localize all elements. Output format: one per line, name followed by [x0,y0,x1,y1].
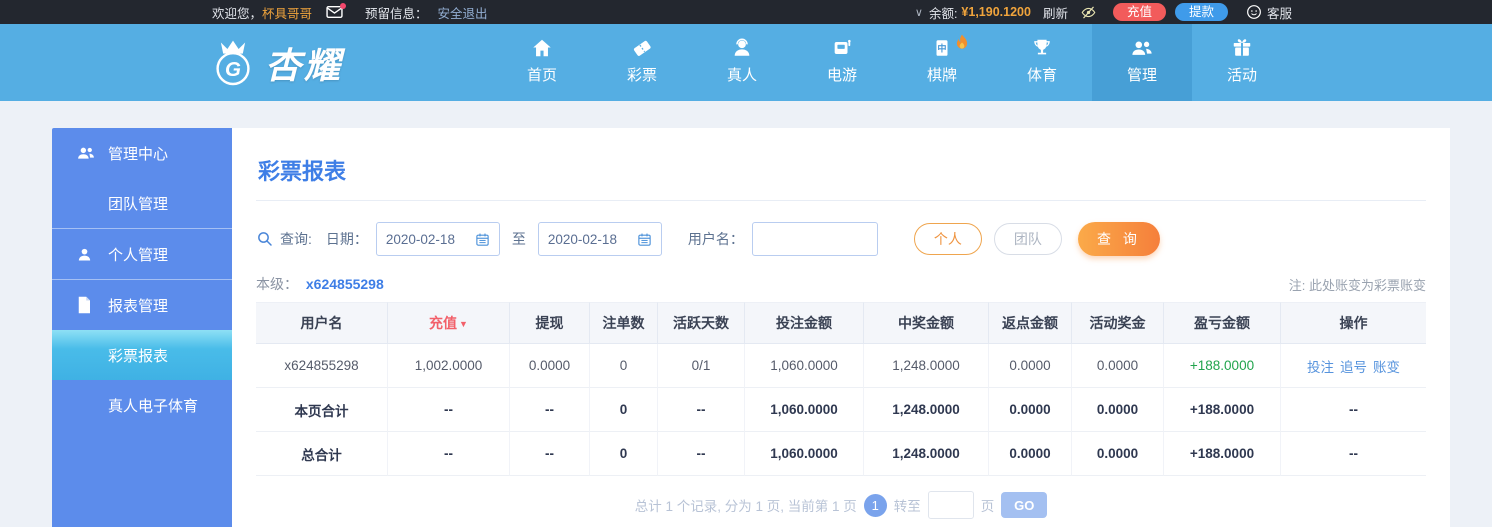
crown-badge-icon: G [216,40,250,85]
date-from-input[interactable]: 2020-02-18 [375,222,500,256]
table-row-user: x624855298 1,002.0000 0.0000 0 0/1 1,060… [256,344,1426,388]
dealer-icon [734,38,750,56]
table-row-page-total: 本页合计 -- -- 0 -- 1,060.0000 1,248.0000 0.… [256,388,1426,432]
page-unit-label: 页 [980,499,995,514]
sort-desc-icon: ▼ [459,319,468,329]
search-icon [256,230,274,248]
sidebar-item-report-management[interactable]: 报表管理 [52,280,232,330]
nav-item-sports[interactable]: 体育 [992,24,1092,101]
col-profit-loss: 盈亏金额 [1164,302,1281,344]
nav-item-lottery[interactable]: 彩票 [592,24,692,101]
col-withdraw: 提现 [510,302,590,344]
team-icon [76,144,96,162]
username-text: 杯具哥哥 [262,6,313,21]
go-button[interactable]: GO [1001,492,1048,518]
level-value[interactable]: x624855298 [306,276,384,292]
col-rebate-amount: 返点金额 [989,302,1072,344]
top-bar: 欢迎您， 杯具哥哥 预留信息： 安全退出 ∨ 余额: ¥1,190.1200 刷… [0,0,1492,24]
balance-value: ¥1,190.1200 [961,5,1031,19]
username-input[interactable] [751,222,878,256]
gift-icon [1233,39,1251,56]
service-label: 客服 [1266,6,1292,21]
table-header-row: 用户名 充值 ▼ 提现 注单数 活跃天数 投注金额 中奖金额 返点金额 活动奖金 … [256,302,1426,344]
customer-service-link[interactable]: 客服 [1246,3,1292,22]
balance-label: 余额: [928,6,958,21]
withdraw-button[interactable]: 提款 [1174,3,1228,21]
col-bet-count: 注单数 [590,302,658,344]
mail-badge-dot [340,3,347,9]
report-file-icon [76,296,96,314]
sidebar-item-team-management[interactable]: 团队管理 [52,178,232,228]
main-nav: G 杏耀 首页 彩票 真人 电游 中 棋牌 体育 管理 活动 [0,24,1492,101]
hot-flame-icon [954,34,970,56]
username-label: 用户名： [687,231,744,247]
brand-logo[interactable]: G 杏耀 [205,24,343,101]
date-to-input[interactable]: 2020-02-18 [537,222,662,256]
nav-item-admin[interactable]: 管理 [1092,24,1192,101]
chat-bubble-icon [1247,5,1261,19]
goto-label: 转至 [893,499,921,514]
svg-text:中: 中 [937,43,946,54]
trophy-icon [1034,39,1050,55]
nav-item-boardgames[interactable]: 中 棋牌 [892,24,992,101]
reserved-label: 预留信息： [365,6,428,21]
mahjong-tile-icon: 中 [936,40,948,56]
sidebar-item-live-electronic-sports[interactable]: 真人电子体育 [52,380,232,430]
sidebar-item-personal-management[interactable]: 个人管理 [52,229,232,279]
brand-name: 杏耀 [265,44,344,86]
logout-link[interactable]: 安全退出 [438,3,488,22]
content-panel: 彩票报表 查询: 日期： 2020-02-18 至 2020-02-18 用户名… [232,128,1450,527]
account-change-note: 注: 此处账变为彩票账变 [1288,278,1426,293]
welcome-text: 欢迎您， [212,6,263,21]
nav-item-home[interactable]: 首页 [492,24,592,101]
sidebar: 管理中心 团队管理 个人管理 报表管理 彩票报表 真人电子体育 [52,128,232,527]
page-title: 彩票报表 [256,128,1426,201]
level-label: 本级： [256,276,298,292]
team-toggle-button[interactable]: 团队 [993,223,1062,255]
home-icon [533,39,551,57]
recharge-button[interactable]: 充值 [1112,3,1166,21]
calendar-icon [638,233,651,246]
pagination: 总计 1 个记录, 分为 1 页, 当前第 1 页 1 转至 页 GO [256,491,1426,519]
level-row: 本级： x624855298 注: 此处账变为彩票账变 [256,274,1426,294]
account-change-link[interactable]: 账变 [1373,360,1400,375]
page-body: 管理中心 团队管理 个人管理 报表管理 彩票报表 真人电子体育 彩票报表 查询:… [0,101,1492,527]
sidebar-item-admin-center[interactable]: 管理中心 [52,128,232,178]
report-table: 用户名 充值 ▼ 提现 注单数 活跃天数 投注金额 中奖金额 返点金额 活动奖金 … [256,302,1426,476]
team-icon [1132,41,1152,55]
nav-item-live[interactable]: 真人 [692,24,792,101]
calendar-icon [476,233,489,246]
nav-item-promotions[interactable]: 活动 [1192,24,1292,101]
sidebar-item-lottery-report[interactable]: 彩票报表 [52,330,232,380]
slot-machine-icon [834,39,851,54]
col-active-days: 活跃天数 [658,302,745,344]
action-links: 投注 追号 账变 [1281,344,1426,388]
pagination-summary: 总计 1 个记录, 分为 1 页, 当前第 1 页 [634,499,857,514]
col-bet-amount: 投注金额 [745,302,864,344]
chevron-down-icon[interactable]: ∨ [915,6,923,19]
user-icon [76,246,96,263]
bet-link[interactable]: 投注 [1307,360,1334,375]
personal-toggle-button[interactable]: 个人 [913,223,982,255]
query-button[interactable]: 查 询 [1077,222,1160,256]
chase-link[interactable]: 追号 [1340,360,1367,375]
ticket-icon [633,40,651,56]
search-toolbar: 查询: 日期： 2020-02-18 至 2020-02-18 用户名： 个人 … [256,222,1426,256]
col-actions: 操作 [1281,302,1426,344]
nav-item-games[interactable]: 电游 [792,24,892,101]
current-page-button[interactable]: 1 [863,493,887,517]
eye-slash-icon[interactable] [1080,5,1097,20]
col-activity-bonus: 活动奖金 [1072,302,1164,344]
col-recharge-sort[interactable]: 充值 ▼ [388,302,510,344]
goto-page-input[interactable] [927,491,974,519]
table-row-grand-total: 总合计 -- -- 0 -- 1,060.0000 1,248.0000 0.0… [256,432,1426,476]
svg-text:G: G [225,58,241,81]
query-label: 查询: [280,231,312,247]
to-label: 至 [511,231,526,247]
mail-icon[interactable] [326,3,347,19]
col-win-amount: 中奖金额 [864,302,989,344]
date-label: 日期： [325,231,368,247]
refresh-link[interactable]: 刷新 [1043,3,1068,22]
col-username: 用户名 [256,302,388,344]
